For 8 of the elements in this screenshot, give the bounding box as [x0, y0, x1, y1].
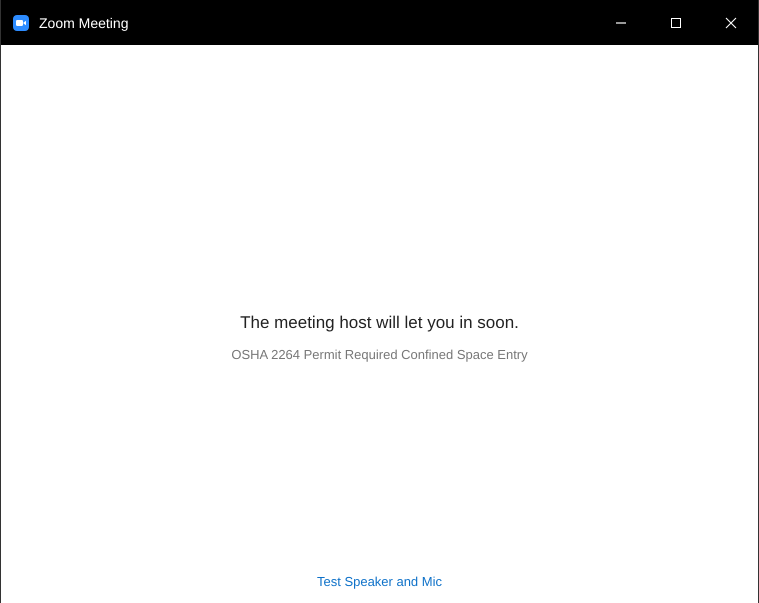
minimize-icon — [616, 22, 626, 24]
video-camera-icon — [13, 14, 29, 30]
meeting-topic: OSHA 2264 Permit Required Confined Space Entry — [231, 347, 528, 362]
test-audio-link[interactable]: Test Speaker and Mic — [316, 574, 442, 589]
maximize-icon — [670, 16, 682, 28]
waiting-message: The meeting host will let you in soon. — [240, 313, 519, 333]
window-title: Zoom Meeting — [39, 14, 128, 30]
close-icon — [724, 16, 736, 28]
